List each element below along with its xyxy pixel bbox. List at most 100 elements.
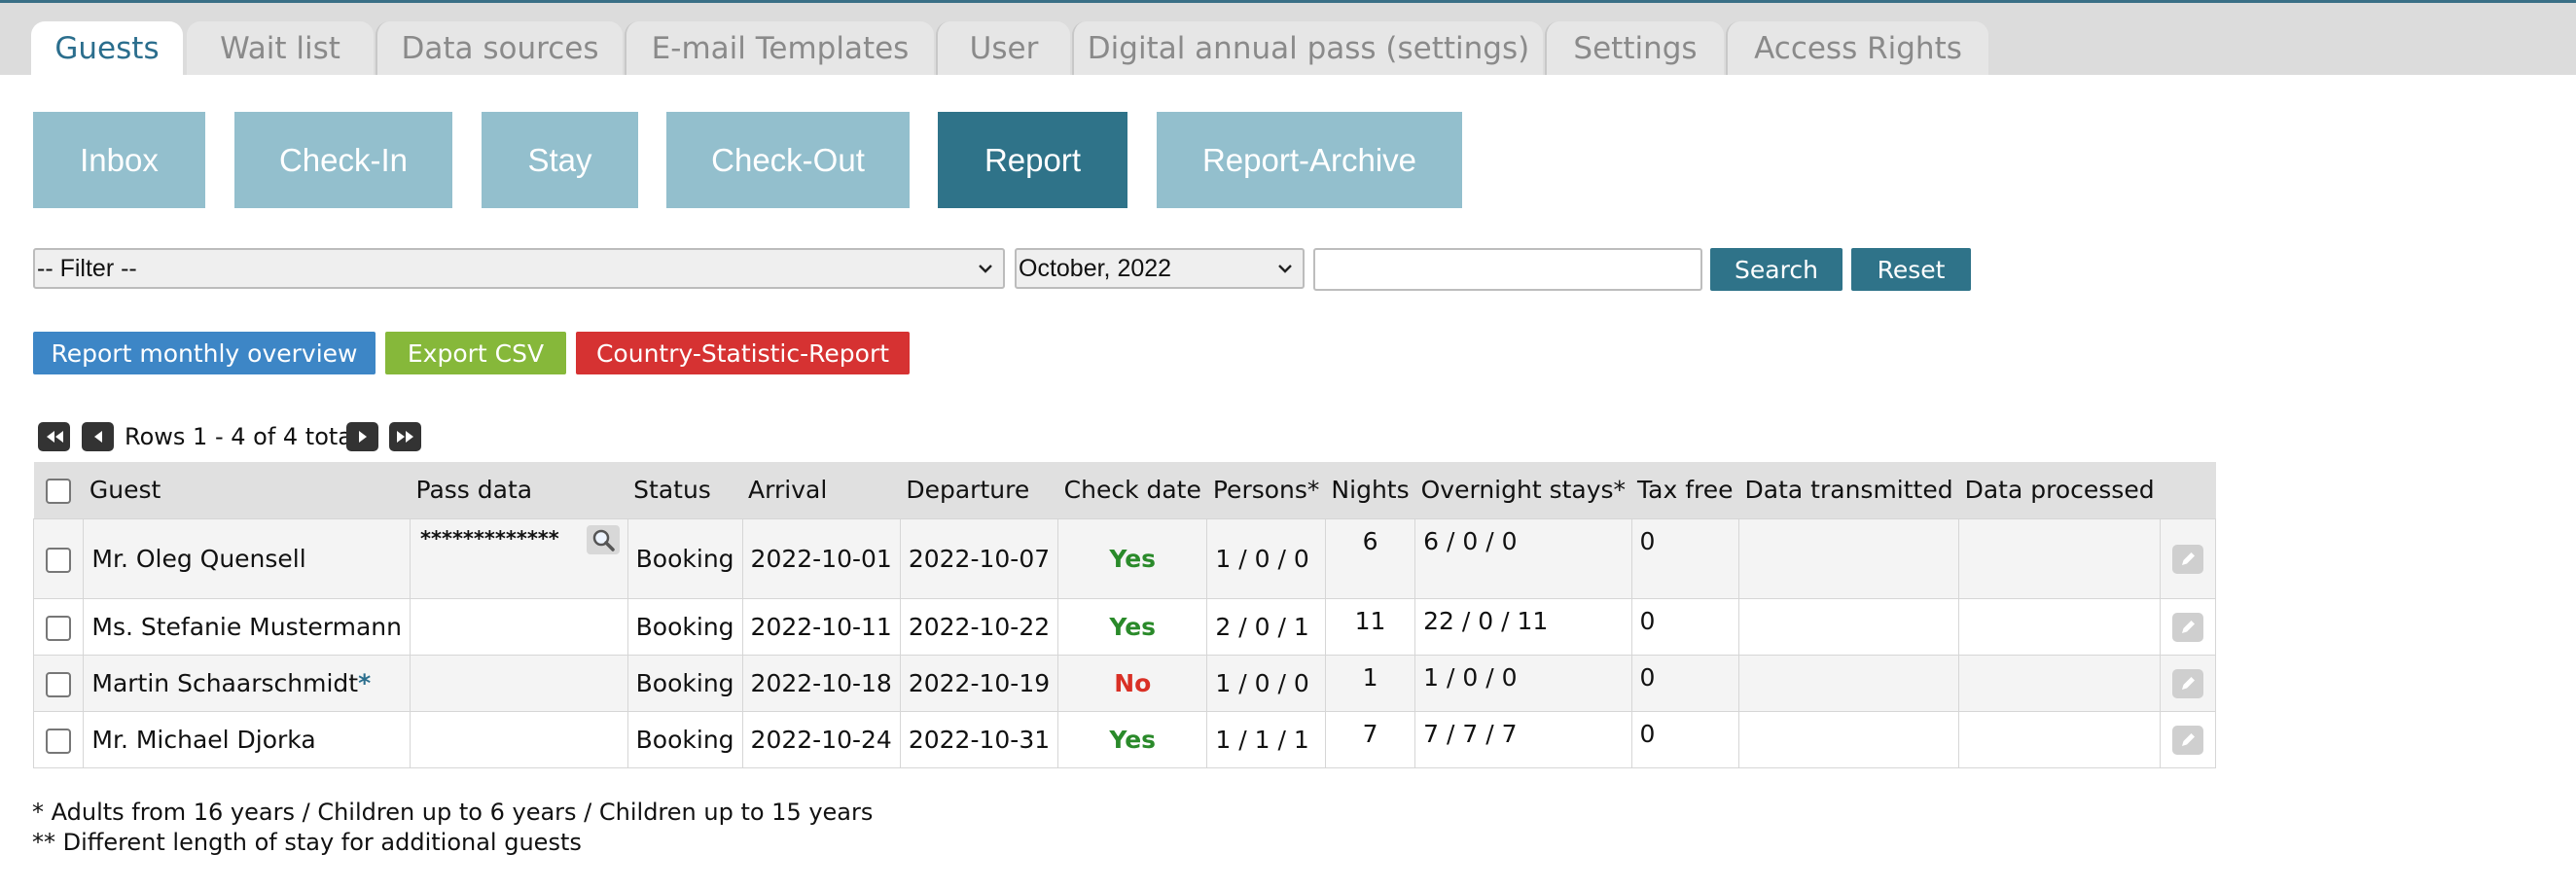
departure-cell: 2022-10-19	[899, 654, 1059, 712]
report-monthly-overview-button[interactable]: Report monthly overview	[33, 332, 376, 374]
last-page-button[interactable]	[389, 422, 421, 451]
departure-cell: 2022-10-22	[899, 597, 1059, 656]
nights-cell: 6	[1324, 517, 1416, 599]
footnote-length-of-stay: ** Different length of stay for addition…	[32, 829, 582, 856]
edit-icon[interactable]	[2172, 725, 2204, 755]
table-row: Mr. Michael Djorka Booking 2022-10-24 20…	[32, 710, 2216, 768]
previous-page-button[interactable]	[82, 422, 114, 451]
header-overnight-stays[interactable]: Overnight stays*	[1414, 462, 1632, 518]
tab-guests[interactable]: Guests	[31, 21, 183, 75]
header-guest[interactable]: Guest	[83, 462, 411, 518]
chevron-down-icon	[979, 265, 992, 273]
tab-settings[interactable]: Settings	[1545, 21, 1724, 75]
month-select-value: October, 2022	[1019, 254, 1172, 282]
data-processed-cell	[1958, 710, 2162, 768]
tab-access-rights[interactable]: Access Rights	[1726, 21, 1988, 75]
persons-cell: 1 / 1 / 1	[1206, 710, 1326, 768]
status-cell: Booking	[626, 597, 743, 656]
guest-name: Martin Schaarschmidt	[91, 668, 359, 697]
stay-button[interactable]: Stay	[482, 112, 638, 208]
overnight-stays-cell: 22 / 0 / 11	[1414, 597, 1632, 656]
header-tax-free[interactable]: Tax free	[1631, 462, 1739, 518]
header-persons[interactable]: Persons*	[1206, 462, 1326, 518]
table-row: Martin Schaarschmidt* Booking 2022-10-18…	[32, 654, 2216, 712]
edit-icon[interactable]	[2172, 544, 2204, 574]
arrival-cell: 2022-10-01	[741, 517, 901, 599]
next-page-button[interactable]	[346, 422, 378, 451]
search-button[interactable]: Search	[1710, 248, 1843, 291]
nights-cell: 7	[1324, 710, 1416, 768]
tab-user[interactable]: User	[936, 21, 1070, 75]
edit-icon[interactable]	[2172, 668, 2204, 698]
header-status[interactable]: Status	[627, 462, 743, 518]
guest-name[interactable]: Ms. Stefanie Mustermann	[83, 597, 411, 656]
data-processed-cell	[1958, 654, 2162, 712]
row-checkbox[interactable]	[46, 728, 72, 754]
select-all-checkbox[interactable]	[46, 479, 72, 505]
tax-free-cell: 0	[1630, 597, 1740, 656]
table-row: Ms. Stefanie Mustermann Booking 2022-10-…	[32, 597, 2216, 656]
edit-icon[interactable]	[2172, 612, 2204, 642]
departure-cell: 2022-10-07	[899, 517, 1059, 599]
different-stay-marker: *	[358, 668, 372, 697]
right-arrow-icon	[358, 431, 367, 443]
check-out-button[interactable]: Check-Out	[666, 112, 910, 208]
tab-digital-annual-pass[interactable]: Digital annual pass (settings)	[1072, 21, 1543, 75]
header-data-transmitted[interactable]: Data transmitted	[1738, 462, 1959, 518]
filter-select[interactable]: -- Filter --	[33, 248, 1005, 289]
filter-select-value: -- Filter --	[37, 254, 137, 282]
magnifier-icon[interactable]	[586, 524, 620, 554]
double-right-arrow-icon	[396, 431, 413, 443]
pass-data-cell	[410, 597, 628, 656]
pass-data-cell	[410, 710, 628, 768]
row-checkbox[interactable]	[46, 671, 72, 697]
tab-email-templates[interactable]: E-mail Templates	[625, 21, 934, 75]
data-processed-cell	[1958, 597, 2162, 656]
check-date-cell: Yes	[1057, 597, 1208, 656]
month-select[interactable]: October, 2022	[1015, 248, 1305, 289]
persons-cell: 2 / 0 / 1	[1206, 597, 1326, 656]
tax-free-cell: 0	[1630, 710, 1740, 768]
double-left-arrow-icon	[46, 431, 63, 443]
status-cell: Booking	[626, 710, 743, 768]
country-statistic-report-button[interactable]: Country-Statistic-Report	[576, 332, 910, 374]
guest-name-cell[interactable]: Martin Schaarschmidt*	[83, 654, 411, 712]
export-csv-button[interactable]: Export CSV	[385, 332, 566, 374]
tab-wait-list[interactable]: Wait list	[187, 21, 374, 75]
check-date-cell: Yes	[1057, 710, 1208, 768]
search-input[interactable]	[1313, 248, 1702, 291]
left-arrow-icon	[93, 431, 102, 443]
tax-free-cell: 0	[1630, 654, 1740, 712]
header-pass-data[interactable]: Pass data	[410, 462, 628, 518]
data-transmitted-cell	[1738, 517, 1960, 599]
arrival-cell: 2022-10-18	[741, 654, 901, 712]
first-page-button[interactable]	[38, 422, 70, 451]
report-button[interactable]: Report	[938, 112, 1127, 208]
nights-cell: 1	[1324, 654, 1416, 712]
status-cell: Booking	[626, 654, 743, 712]
tax-free-cell: 0	[1630, 517, 1740, 599]
persons-cell: 1 / 0 / 0	[1206, 517, 1326, 599]
footnote-persons: * Adults from 16 years / Children up to …	[32, 799, 874, 826]
data-transmitted-cell	[1738, 710, 1960, 768]
pass-data-cell	[410, 654, 628, 712]
header-data-processed[interactable]: Data processed	[1958, 462, 2161, 518]
table-header-row: Guest Pass data Status Arrival Departure…	[33, 462, 2216, 518]
row-checkbox[interactable]	[46, 615, 72, 641]
inbox-button[interactable]: Inbox	[33, 112, 205, 208]
header-departure[interactable]: Departure	[900, 462, 1058, 518]
header-arrival[interactable]: Arrival	[742, 462, 901, 518]
report-archive-button[interactable]: Report-Archive	[1157, 112, 1462, 208]
header-check-date[interactable]: Check date	[1057, 462, 1207, 518]
top-tab-bar: Guests Wait list Data sources E-mail Tem…	[0, 3, 2576, 75]
tab-data-sources[interactable]: Data sources	[376, 21, 623, 75]
row-checkbox[interactable]	[46, 547, 72, 573]
check-in-button[interactable]: Check-In	[234, 112, 452, 208]
pass-data-masked: *************	[420, 526, 559, 551]
check-date-cell: Yes	[1057, 517, 1208, 599]
overnight-stays-cell: 1 / 0 / 0	[1414, 654, 1632, 712]
guest-name[interactable]: Mr. Michael Djorka	[83, 710, 411, 768]
reset-button[interactable]: Reset	[1851, 248, 1971, 291]
header-nights[interactable]: Nights	[1325, 462, 1415, 518]
guest-name[interactable]: Mr. Oleg Quensell	[83, 517, 411, 599]
